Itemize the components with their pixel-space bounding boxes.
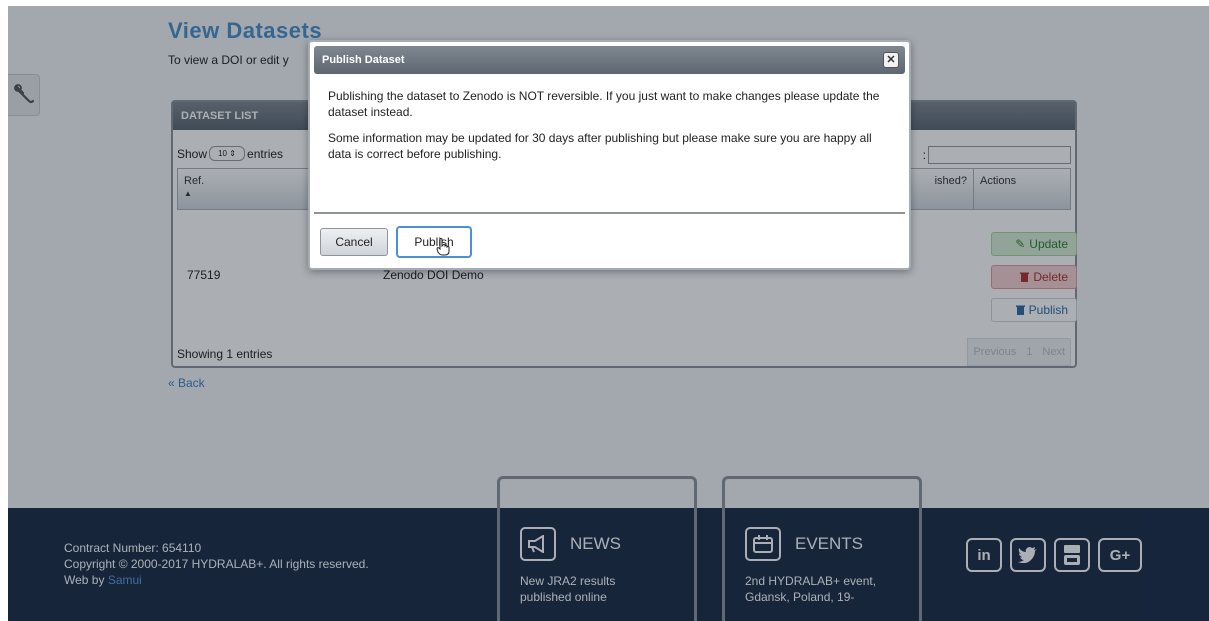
dialog-divider [314,212,905,214]
dialog-paragraph-1: Publishing the dataset to Zenodo is NOT … [328,89,880,119]
cancel-button[interactable]: Cancel [320,228,388,256]
page-background: View Datasets To view a DOI or edit y DA… [8,6,1209,621]
dialog-body: Publishing the dataset to Zenodo is NOT … [310,78,909,162]
close-icon[interactable]: ✕ [883,52,899,68]
dialog-title: Publish Dataset [322,54,405,66]
dialog-titlebar[interactable]: Publish Dataset ✕ [314,46,905,74]
hand-cursor-icon [436,238,450,256]
dialog-paragraph-2: Some information may be updated for 30 d… [328,131,872,161]
publish-button[interactable]: Publish [396,226,472,258]
publish-dataset-dialog: Publish Dataset ✕ Publishing the dataset… [308,40,911,270]
